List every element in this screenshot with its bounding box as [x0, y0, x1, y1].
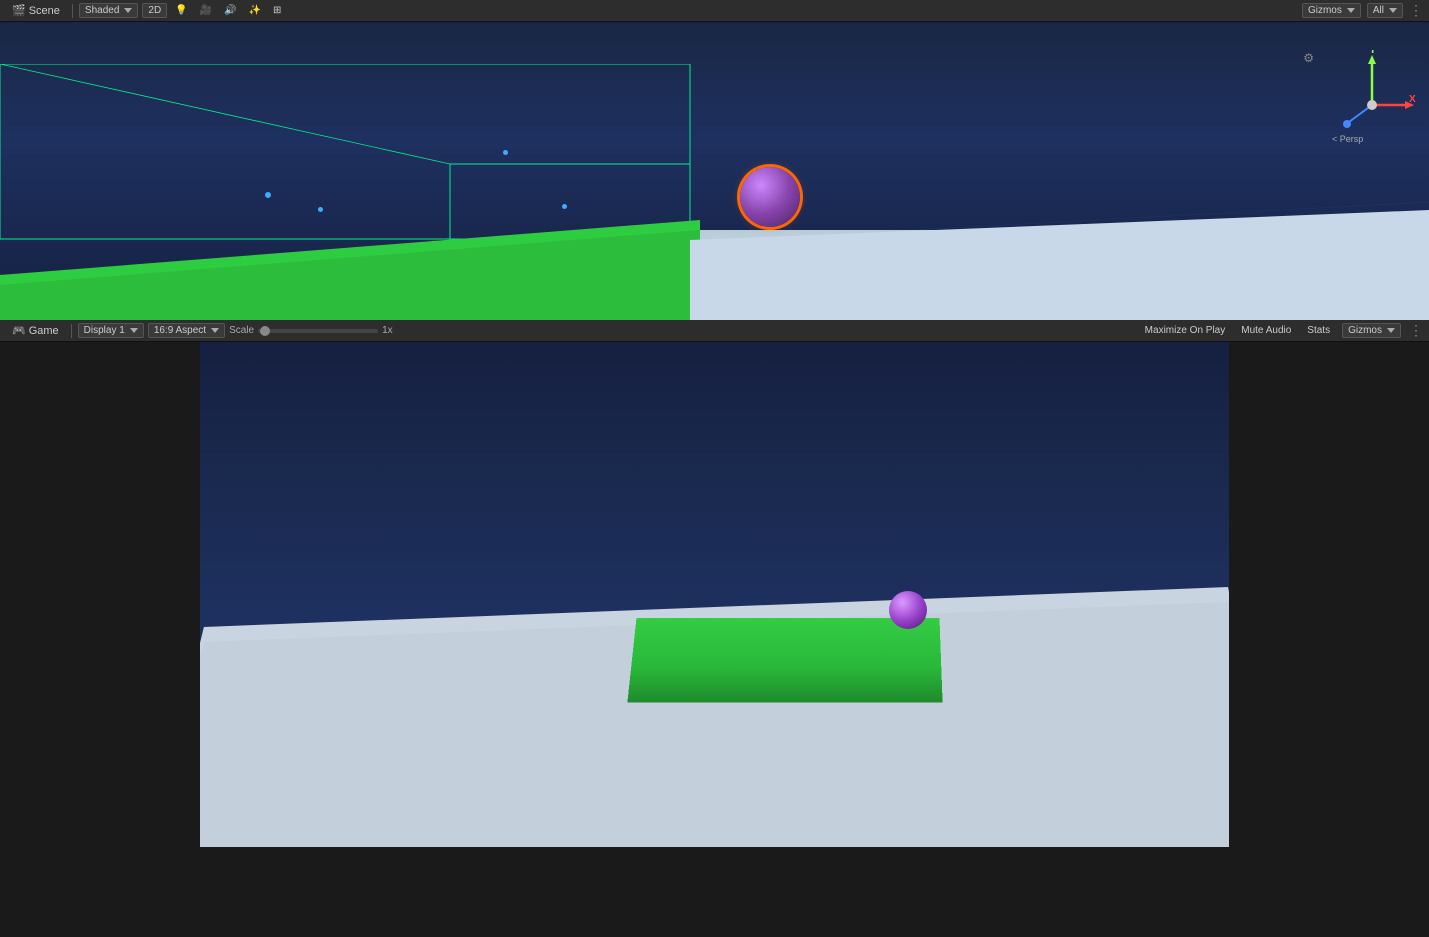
settings-icon-btn[interactable]: ⚙: [1298, 50, 1319, 66]
green-platform-scene: [0, 220, 700, 320]
game-green-platform: [628, 618, 943, 702]
mode-2d-button[interactable]: 2D: [142, 3, 167, 18]
game-menu-icon[interactable]: ⋮: [1409, 322, 1423, 339]
game-gizmos-dropdown[interactable]: Gizmos: [1342, 323, 1401, 338]
display-arrow-icon: [130, 328, 138, 333]
object-dot-3: [503, 150, 508, 155]
scene-panel: 🎬 Scene Shaded 2D 💡 🎥 🔊 ✨ ⊞ Gizmos All ⋮: [0, 0, 1429, 320]
scene-tab[interactable]: 🎬 Scene: [6, 4, 66, 17]
aspect-dropdown[interactable]: 16:9 Aspect: [148, 323, 225, 338]
aspect-arrow-icon: [211, 328, 219, 333]
object-dot-2: [318, 207, 323, 212]
scale-value: 1x: [382, 325, 393, 336]
game-viewport: [0, 342, 1429, 937]
white-floor-angled: [690, 210, 1429, 320]
scene-viewport: Y X < Persp ⚙: [0, 22, 1429, 320]
mute-audio-button[interactable]: Mute Audio: [1237, 324, 1295, 337]
game-gizmos-arrow-icon: [1387, 328, 1395, 333]
shading-arrow-icon: [124, 8, 132, 13]
scene-ball[interactable]: [740, 167, 800, 227]
game-panel: 🎮 Game Display 1 16:9 Aspect Scale 1x Ma…: [0, 320, 1429, 937]
scene-menu-icon[interactable]: ⋮: [1409, 2, 1423, 19]
scale-container: Scale 1x: [229, 325, 393, 336]
svg-text:X: X: [1409, 94, 1416, 105]
all-dropdown[interactable]: All: [1367, 3, 1403, 18]
stats-button[interactable]: Stats: [1303, 324, 1334, 337]
object-dot-4: [562, 204, 567, 209]
object-dot-1: [265, 192, 271, 198]
grid-toggle[interactable]: ⊞: [269, 4, 285, 17]
all-arrow-icon: [1389, 8, 1397, 13]
gizmo-widget[interactable]: Y X < Persp: [1327, 50, 1417, 150]
separator: [72, 4, 73, 18]
gizmos-dropdown[interactable]: Gizmos: [1302, 3, 1361, 18]
scale-slider[interactable]: [258, 329, 378, 333]
game-toolbar: 🎮 Game Display 1 16:9 Aspect Scale 1x Ma…: [0, 320, 1429, 342]
shading-dropdown[interactable]: Shaded: [79, 3, 138, 18]
game-bottom-strip: [0, 847, 1429, 937]
svg-text:< Persp: < Persp: [1332, 134, 1363, 144]
light-toggle[interactable]: 💡: [171, 4, 191, 17]
game-toolbar-right: Maximize On Play Mute Audio Stats Gizmos…: [1141, 322, 1423, 339]
camera-toggle[interactable]: 🎥: [196, 4, 216, 17]
scale-thumb: [260, 326, 270, 336]
scene-toolbar: 🎬 Scene Shaded 2D 💡 🎥 🔊 ✨ ⊞ Gizmos All ⋮: [0, 0, 1429, 22]
maximize-on-play-button[interactable]: Maximize On Play: [1141, 324, 1230, 337]
audio-toggle[interactable]: 🔊: [220, 4, 240, 17]
separator2: [71, 324, 72, 338]
game-icon: 🎮: [12, 324, 26, 337]
scene-right-tools: ⚙: [1298, 50, 1319, 66]
game-tab[interactable]: 🎮 Game: [6, 324, 65, 337]
display-dropdown[interactable]: Display 1: [78, 323, 144, 338]
game-floor-svg: [200, 567, 1229, 847]
fx-toggle[interactable]: ✨: [245, 4, 265, 17]
gizmos-arrow-icon: [1347, 8, 1355, 13]
svg-text:Y: Y: [1369, 50, 1377, 56]
game-canvas: [200, 342, 1229, 847]
scene-icon: 🎬: [12, 4, 26, 17]
